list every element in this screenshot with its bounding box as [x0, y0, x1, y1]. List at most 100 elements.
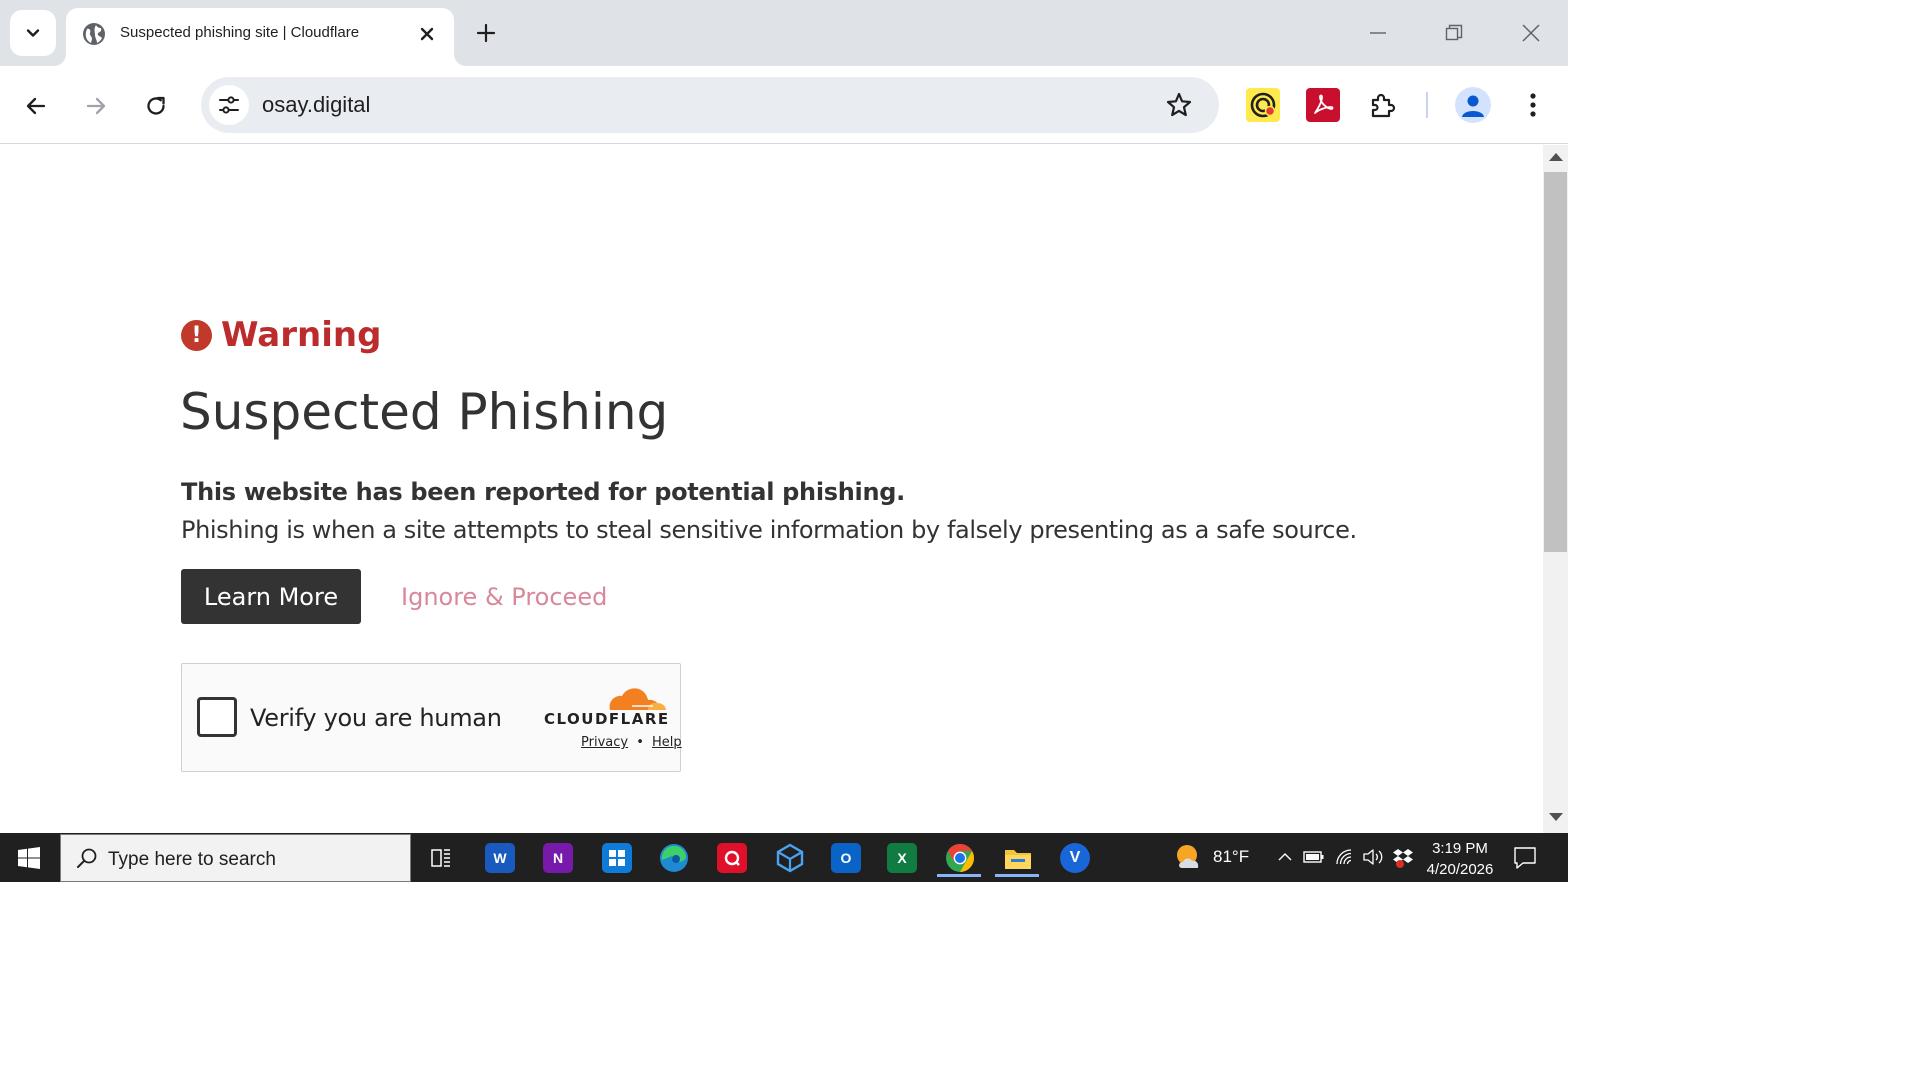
chevron-down-icon	[26, 29, 40, 37]
taskbar-edge[interactable]	[655, 839, 693, 877]
phishing-explanation: Phishing is when a site attempts to stea…	[181, 516, 1357, 544]
profile-avatar[interactable]	[1455, 87, 1491, 123]
taskbar-chrome[interactable]	[937, 839, 981, 877]
battery-icon	[1303, 851, 1324, 863]
taskbar-outlook[interactable]: O	[827, 839, 865, 877]
task-view-button[interactable]	[422, 839, 460, 877]
reload-icon	[147, 96, 165, 115]
extension-honey-button[interactable]	[1246, 88, 1280, 122]
site-info-button[interactable]	[209, 85, 249, 125]
speaker-icon	[1363, 849, 1383, 865]
help-link[interactable]: Help	[652, 735, 682, 750]
tab-close-button[interactable]	[414, 21, 440, 47]
dropbox-icon	[1393, 849, 1413, 868]
tab-title: Suspected phishing site | Cloudflare	[120, 24, 360, 41]
taskbar-search-box[interactable]: Type here to search	[60, 834, 411, 882]
human-verification-widget: Verify you are human CLOUDFLARE Privacy …	[181, 663, 682, 772]
network-status[interactable]	[1333, 845, 1357, 869]
browser-tab-active[interactable]: Suspected phishing site | Cloudflare	[66, 8, 454, 66]
browser-toolbar: osay.digital	[0, 66, 1568, 144]
plus-icon	[476, 23, 496, 43]
windows-taskbar: Type here to search W N O X V 81°F 3:19 …	[0, 833, 1568, 882]
taskbar-store[interactable]	[598, 839, 636, 877]
word-icon: W	[485, 843, 515, 873]
chevron-up-icon	[1278, 853, 1292, 861]
taskbar-vpn-client[interactable]	[771, 839, 809, 877]
new-tab-button[interactable]	[470, 17, 502, 49]
warning-label: Warning	[221, 315, 382, 355]
excel-icon: X	[887, 843, 917, 873]
more-vert-icon	[1530, 93, 1536, 117]
tab-search-button[interactable]	[10, 10, 56, 56]
warning-heading: ! Warning	[181, 315, 381, 355]
taskbar-excel[interactable]: X	[883, 839, 921, 877]
learn-more-button[interactable]: Learn More	[181, 569, 361, 624]
privacy-link[interactable]: Privacy	[581, 735, 628, 750]
speech-bubble-icon	[1514, 847, 1536, 869]
ignore-proceed-link[interactable]: Ignore & Proceed	[401, 583, 607, 611]
weather-temperature: 81°F	[1213, 847, 1250, 866]
clock-time: 3:19 PM	[1432, 840, 1488, 857]
active-app-indicator	[995, 874, 1039, 877]
arrow-left-icon	[26, 97, 46, 115]
scroll-thumb[interactable]	[1544, 172, 1567, 552]
taskbar-search-placeholder: Type here to search	[108, 849, 276, 870]
scroll-down-arrow-icon[interactable]	[1549, 813, 1563, 821]
extension-acrobat-button[interactable]	[1306, 88, 1340, 122]
weather-widget[interactable]: 81°F	[1174, 842, 1249, 872]
volume-control[interactable]	[1361, 845, 1385, 869]
extensions-button[interactable]	[1366, 88, 1400, 122]
taskbar-onenote[interactable]: N	[539, 839, 577, 877]
restore-button[interactable]	[1439, 18, 1469, 48]
widget-links: Privacy • Help	[581, 735, 682, 750]
dropbox-status[interactable]	[1391, 845, 1415, 869]
page-scrollbar[interactable]	[1543, 145, 1568, 833]
minimize-icon	[1370, 32, 1386, 34]
browser-menu-button[interactable]	[1518, 88, 1548, 122]
close-icon	[1522, 24, 1540, 42]
arrow-right-icon	[86, 97, 106, 115]
task-view-icon	[431, 849, 450, 867]
verify-label: Verify you are human	[250, 704, 502, 732]
start-button[interactable]	[0, 833, 58, 882]
battery-status[interactable]	[1302, 845, 1326, 869]
taskbar-word[interactable]: W	[481, 839, 519, 877]
close-icon	[420, 27, 434, 41]
globe-icon	[83, 23, 105, 45]
verify-checkbox[interactable]	[197, 697, 237, 737]
star-icon	[1166, 92, 1192, 117]
close-window-button[interactable]	[1516, 18, 1546, 48]
taskbar-viva[interactable]: V	[1056, 839, 1094, 877]
edge-icon	[660, 844, 688, 872]
wifi-icon	[1336, 849, 1352, 865]
bookmark-button[interactable]	[1163, 89, 1195, 121]
taskbar-acrobat[interactable]	[713, 839, 751, 877]
address-bar[interactable]: osay.digital	[201, 77, 1219, 133]
page-content: ! Warning Suspected Phishing This websit…	[0, 145, 1543, 833]
url-text[interactable]: osay.digital	[262, 92, 370, 118]
scroll-up-arrow-icon[interactable]	[1549, 153, 1563, 161]
back-button[interactable]	[18, 88, 54, 124]
cube-icon	[776, 843, 804, 873]
link-separator: •	[636, 735, 644, 750]
notification-center-button[interactable]	[1512, 845, 1542, 871]
phishing-notice: This website has been reported for poten…	[181, 478, 905, 506]
cloudflare-brand: CLOUDFLARE	[544, 710, 670, 728]
forward-button[interactable]	[78, 88, 114, 124]
chrome-icon	[946, 844, 974, 872]
puzzle-icon	[1371, 93, 1396, 118]
active-app-indicator	[937, 874, 981, 877]
reload-button[interactable]	[138, 88, 174, 124]
show-hidden-icons-button[interactable]	[1273, 845, 1297, 869]
onenote-icon: N	[543, 843, 573, 873]
acrobat-app-icon	[717, 843, 747, 873]
outlook-icon: O	[831, 843, 861, 873]
search-icon	[77, 848, 97, 868]
clock-date: 4/20/2026	[1426, 861, 1494, 878]
viva-icon: V	[1060, 843, 1090, 873]
system-clock[interactable]: 3:19 PM 4/20/2026	[1418, 838, 1502, 880]
minimize-button[interactable]	[1363, 18, 1393, 48]
folder-icon	[1005, 850, 1031, 869]
restore-icon	[1445, 24, 1463, 41]
taskbar-file-explorer[interactable]	[995, 839, 1039, 877]
